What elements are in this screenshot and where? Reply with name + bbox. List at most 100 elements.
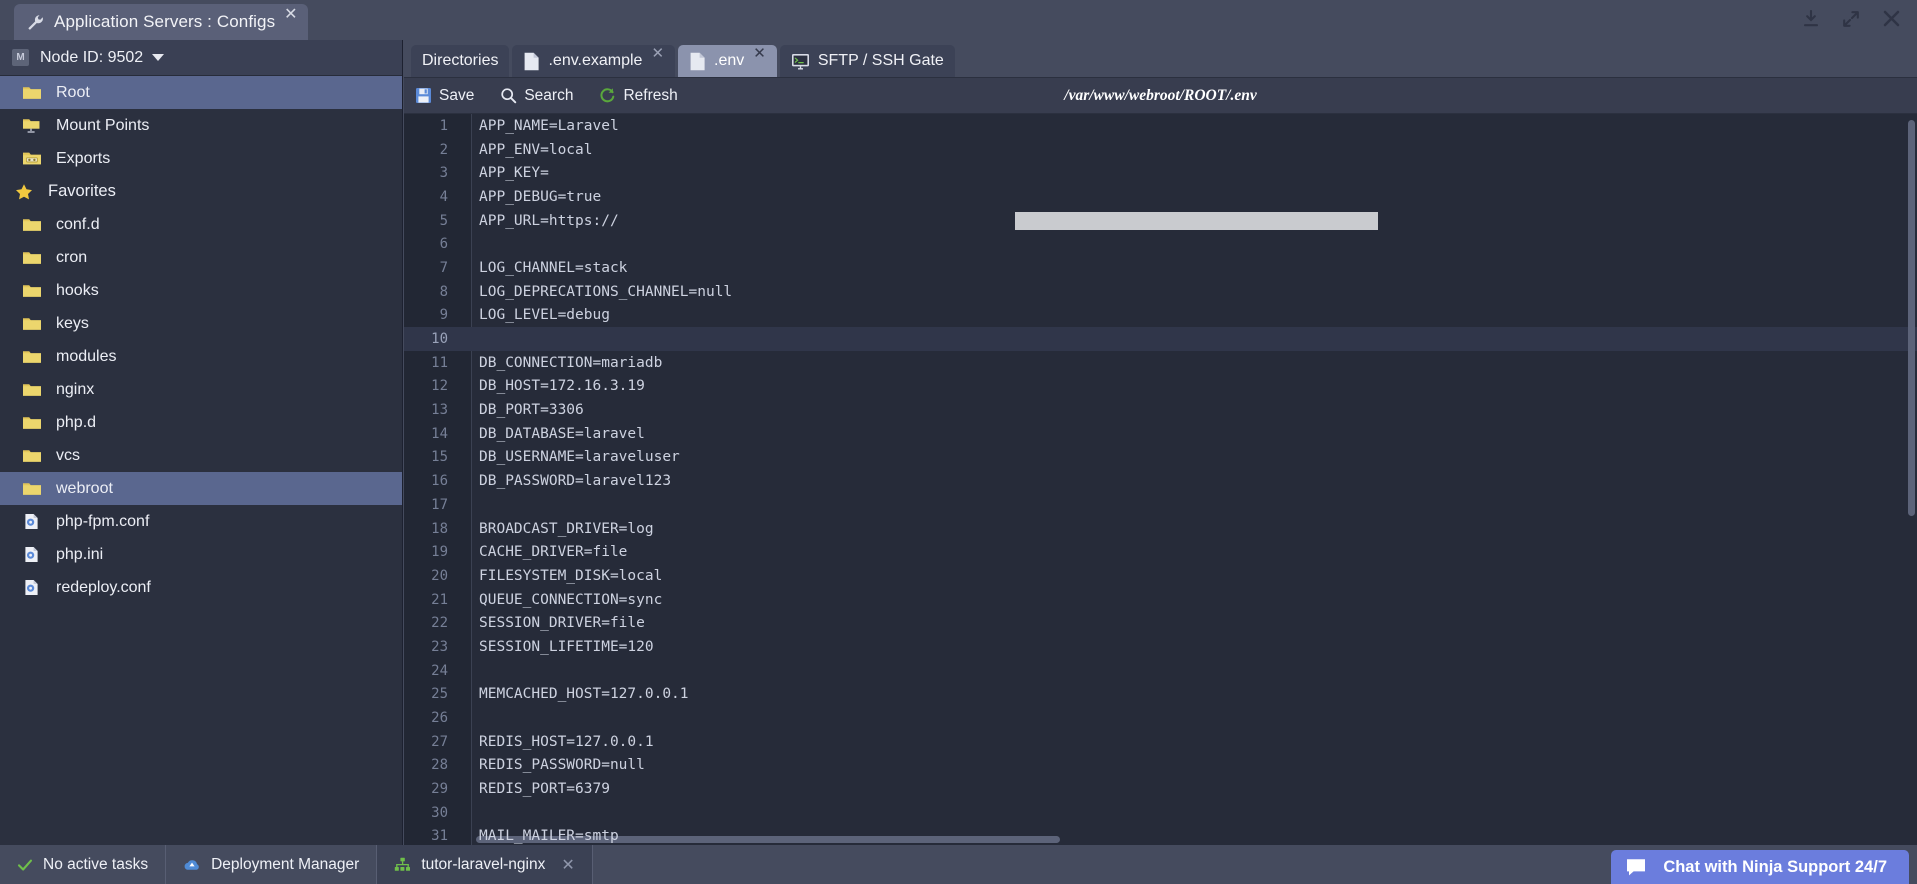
vertical-scrollbar[interactable] (1908, 120, 1915, 516)
tree-item-label: keys (56, 314, 89, 332)
line-number: 8 (439, 283, 448, 300)
tree-item-label: Mount Points (56, 116, 150, 134)
editor-tab-label: .env (714, 52, 745, 69)
tree-item-hooks[interactable]: hooks (0, 274, 402, 307)
editor-tab-close-icon[interactable]: ✕ (651, 46, 664, 61)
line-text: DB_CONNECTION=mariadb (479, 354, 663, 371)
tree-item-label: php.d (56, 413, 97, 431)
line-text: APP_DEBUG=true (479, 188, 602, 205)
app-tab-close-icon[interactable]: ✕ (284, 7, 297, 23)
line-text: SESSION_DRIVER=file (479, 615, 645, 632)
redaction-bar (1015, 211, 1378, 230)
folder-icon (22, 315, 44, 332)
editor-tab-close-icon[interactable]: ✕ (753, 46, 766, 61)
tree-item-label: modules (56, 347, 117, 365)
editor-tab-sftp-ssh-gate[interactable]: SFTP / SSH Gate (779, 45, 955, 77)
code-line: 24 (404, 659, 1917, 683)
tree-item-label: nginx (56, 380, 95, 398)
folder-icon (22, 249, 44, 266)
code-line: 12 DB_HOST=172.16.3.19 (404, 375, 1917, 399)
tree-item-nginx[interactable]: nginx (0, 373, 402, 406)
tree-item-root[interactable]: Root (0, 76, 402, 109)
tree-item-label: redeploy.conf (56, 578, 151, 596)
tree-item-favorites[interactable]: Favorites (0, 175, 402, 208)
tree-item-exports[interactable]: Exports (0, 142, 402, 175)
expand-icon[interactable] (1842, 10, 1860, 28)
folder-icon (22, 480, 44, 497)
editor-tab-label: Directories (422, 52, 499, 69)
tree-item-label: Exports (56, 149, 111, 167)
line-number: 13 (431, 402, 448, 419)
code-line: 16 DB_PASSWORD=laravel123 (404, 469, 1917, 493)
tree-item-label: cron (56, 248, 88, 266)
code-line: 14 DB_DATABASE=laravel (404, 422, 1917, 446)
line-text: APP_URL=https:// (479, 212, 619, 229)
file-tree-sidebar: M Node ID: 9502 Root Mount Points Exports F… (0, 40, 403, 845)
tree-item-mount-points[interactable]: Mount Points (0, 109, 402, 142)
window-title-bar: Application Servers : Configs ✕ (0, 0, 1917, 40)
app-tab-title: Application Servers : Configs (54, 12, 276, 31)
save-button[interactable]: Save (415, 87, 474, 105)
line-text: SESSION_LIFETIME=120 (479, 638, 654, 655)
tree-item-cron[interactable]: cron (0, 241, 402, 274)
code-line: 28 REDIS_PASSWORD=null (404, 754, 1917, 778)
line-text: BROADCAST_DRIVER=log (479, 520, 654, 537)
line-number: 19 (431, 544, 448, 561)
editor-tab--env[interactable]: .env ✕ (678, 45, 777, 77)
close-icon[interactable] (1882, 9, 1901, 28)
tree-item-redeploy-conf[interactable]: redeploy.conf (0, 571, 402, 604)
folder-icon (22, 447, 44, 464)
line-number: 29 (431, 781, 448, 798)
line-text: LOG_CHANNEL=stack (479, 259, 628, 276)
tree-item-conf-d[interactable]: conf.d (0, 208, 402, 241)
tree-item-label: php.ini (56, 545, 104, 563)
tree-item-modules[interactable]: modules (0, 340, 402, 373)
tree-item-php-fpm-conf[interactable]: php-fpm.conf (0, 505, 402, 538)
wrench-icon (26, 13, 45, 32)
main-pane: Directories .env.example ✕ .env ✕ SFTP / SSH … (404, 40, 1917, 845)
star-icon (14, 183, 38, 200)
search-label: Search (524, 86, 574, 104)
tree-item-php-d[interactable]: php.d (0, 406, 402, 439)
tree-item-webroot[interactable]: webroot (0, 472, 402, 505)
line-number: 20 (431, 567, 448, 584)
editor-tab-strip: Directories .env.example ✕ .env ✕ SFTP / SSH … (404, 40, 1917, 78)
code-line: 17 (404, 493, 1917, 517)
status-bar: No active tasks Deployment Manager tutor… (0, 845, 1917, 884)
code-editor[interactable]: 1 APP_NAME=Laravel 2 APP_ENV=local 3 APP_KEY=… (404, 114, 1917, 845)
search-button[interactable]: Search (500, 87, 573, 105)
line-number: 25 (431, 686, 448, 703)
line-text: APP_KEY= (479, 165, 549, 182)
line-number: 11 (431, 354, 448, 371)
code-line: 29 REDIS_PORT=6379 (404, 777, 1917, 801)
chat-support-button[interactable]: Chat with Ninja Support 24/7 (1611, 850, 1909, 884)
node-selector[interactable]: M Node ID: 9502 (0, 40, 402, 76)
tree-item-keys[interactable]: keys (0, 307, 402, 340)
tree-item-label: Favorites (48, 182, 116, 200)
process-tab[interactable]: tutor-laravel-nginx ✕ (377, 845, 593, 884)
refresh-button[interactable]: Refresh (599, 87, 678, 105)
line-number: 4 (439, 188, 448, 205)
line-text: CACHE_DRIVER=file (479, 544, 628, 561)
line-number: 22 (431, 615, 448, 632)
app-window-tab[interactable]: Application Servers : Configs ✕ (14, 4, 308, 40)
line-number: 14 (431, 425, 448, 442)
editor-tab--env-example[interactable]: .env.example ✕ (512, 45, 676, 77)
deployment-manager-button[interactable]: Deployment Manager (166, 845, 378, 884)
editor-toolbar: Save Search Refresh /var/www/webroot/ROO… (404, 78, 1917, 114)
chevron-down-icon[interactable] (152, 54, 165, 61)
tasks-status-label: No active tasks (43, 855, 149, 873)
save-label: Save (439, 86, 475, 104)
tree-item-vcs[interactable]: vcs (0, 439, 402, 472)
line-number: 3 (439, 165, 448, 182)
line-number: 6 (439, 236, 448, 253)
folder-icon (22, 216, 44, 233)
process-close-icon[interactable]: ✕ (561, 855, 574, 875)
editor-tab-directories[interactable]: Directories (411, 45, 510, 77)
tree-item-php-ini[interactable]: php.ini (0, 538, 402, 571)
line-text: LOG_LEVEL=debug (479, 307, 610, 324)
code-line: 4 APP_DEBUG=true (404, 185, 1917, 209)
line-number: 5 (439, 212, 448, 229)
tasks-status[interactable]: No active tasks (0, 845, 167, 884)
download-icon[interactable] (1802, 9, 1820, 28)
